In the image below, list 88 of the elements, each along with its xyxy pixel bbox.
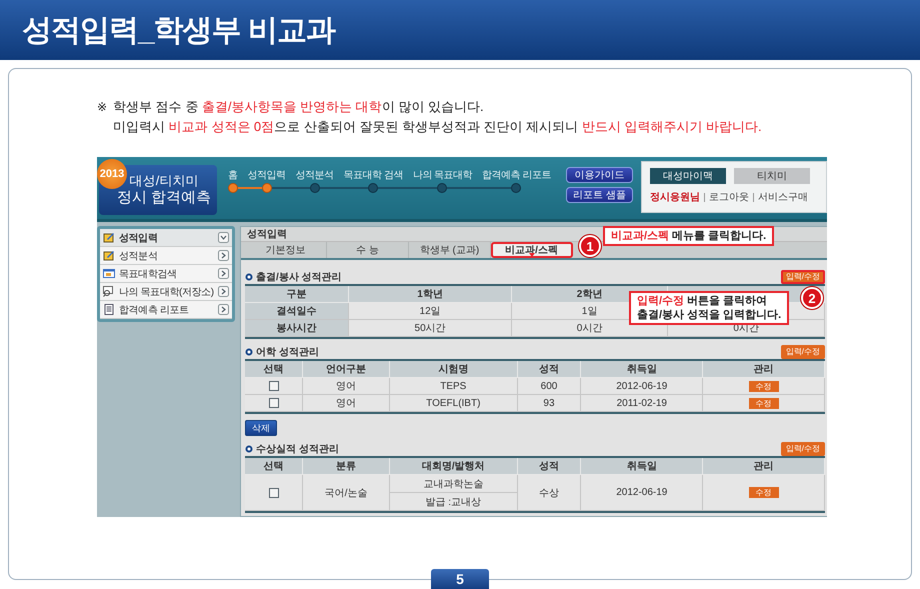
row-header: 봉사시간	[245, 320, 350, 337]
table-cell: 12일	[349, 303, 512, 320]
table-cell: 수상	[518, 475, 582, 511]
logo-text: 정시 합격예측	[116, 189, 212, 207]
column-header: 관리	[703, 361, 825, 378]
table-cell: 50시간	[349, 320, 512, 337]
checkbox[interactable]	[268, 381, 278, 391]
table-cell: TEPS	[390, 378, 518, 395]
table-cell: 국어/논술	[303, 475, 390, 511]
sidebar-item[interactable]: 목표대학검색	[100, 265, 232, 283]
monitor-search-icon	[103, 286, 115, 297]
brand-tab[interactable]: 대성마이맥	[650, 168, 726, 184]
step-link[interactable]: 성적분석	[290, 169, 338, 183]
caret-icon	[528, 253, 534, 257]
chevron-right-icon[interactable]	[218, 250, 229, 261]
section-heading: 어학 성적관리	[245, 345, 319, 359]
sidebar-item[interactable]: 성적분석	[100, 247, 232, 265]
instruction-callout: 비교과/스펙 메뉴를 클릭합니다.	[603, 226, 774, 246]
column-header: 선택	[245, 458, 303, 475]
step-link[interactable]: 성적입력	[242, 169, 290, 183]
chevron-right-icon[interactable]	[218, 286, 229, 297]
column-header: 성적	[518, 361, 582, 378]
sidebar-label: 합격예측 리포트	[119, 304, 190, 316]
table-cell: 영어	[303, 395, 390, 412]
window-icon	[103, 268, 115, 279]
delete-button[interactable]: 삭제	[245, 420, 277, 436]
column-header: 구분	[245, 286, 350, 303]
section-heading: 출결/봉사 성적관리	[245, 270, 342, 284]
notebook-icon	[103, 232, 115, 243]
table-cell: 2012-06-19	[581, 475, 704, 511]
column-header: 시험명	[390, 361, 518, 378]
note-mark: ※	[97, 99, 108, 116]
instruction-callout: 입력/수정 버튼을 클릭하여 출결/봉사 성적을 입력합니다.	[629, 291, 790, 325]
table-cell: 600	[518, 378, 582, 395]
column-header: 대회명/발행처	[390, 458, 518, 475]
notebook-icon	[103, 250, 115, 261]
step-link[interactable]: 나의 목표대학	[408, 169, 478, 183]
section-heading: 수상실적 성적관리	[245, 442, 339, 456]
step-number-badge: 1	[579, 235, 601, 257]
sidebar-label: 나의 목표대학(저장소)	[119, 286, 214, 298]
tab[interactable]: 기본정보	[245, 242, 327, 258]
bullet-icon	[245, 273, 253, 281]
bullet-icon	[245, 348, 253, 356]
table-cell: 2011-02-19	[581, 395, 704, 412]
column-header: 1학년	[349, 286, 512, 303]
table-cell: 93	[518, 395, 582, 412]
table-cell: 영어	[303, 378, 390, 395]
year-badge: 2013	[97, 159, 127, 189]
user-link[interactable]: 정시응원님	[650, 190, 704, 204]
sidebar-item[interactable]: 성적입력	[100, 229, 232, 247]
step-link[interactable]: 홈	[223, 169, 242, 183]
guide-button[interactable]: 이용가이드	[566, 167, 633, 183]
table-cell: 2012-06-19	[581, 378, 704, 395]
column-header: 선택	[245, 361, 303, 378]
column-header: 관리	[703, 458, 825, 475]
account-link[interactable]: 로그아웃	[704, 192, 753, 202]
brand-tab[interactable]: 티치미	[734, 168, 810, 184]
tab[interactable]: 수 능	[327, 242, 409, 258]
sidebar-label: 성적입력	[119, 232, 158, 244]
step-link[interactable]: 합격예측 리포트	[477, 169, 556, 183]
notice-text: 학생부 점수 중 출결/봉사항목을 반영하는 대학이 많이 있습니다.	[113, 98, 485, 116]
logo-text: 대성/티치미	[130, 173, 198, 189]
step-link[interactable]: 목표대학 검색	[338, 169, 408, 183]
column-header: 성적	[518, 458, 582, 475]
document-icon	[103, 304, 115, 315]
checkbox[interactable]	[268, 398, 278, 408]
step-number-badge: 2	[801, 287, 823, 309]
account-link[interactable]: 서비스구매	[753, 192, 812, 202]
sidebar-label: 성적분석	[119, 250, 158, 262]
bullet-icon	[245, 445, 253, 453]
row-header: 결석일수	[245, 303, 350, 320]
column-header: 취득일	[581, 458, 704, 475]
chevron-right-icon[interactable]	[218, 304, 229, 315]
checkbox[interactable]	[268, 488, 278, 498]
tab[interactable]: 비교과/스펙	[491, 242, 573, 258]
column-header: 취득일	[581, 361, 704, 378]
sidebar-item[interactable]: 나의 목표대학(저장소)	[100, 283, 232, 301]
guide-button[interactable]: 리포트 샘플	[566, 187, 633, 203]
chevron-down-icon[interactable]	[218, 232, 229, 243]
table-cell: TOEFL(IBT)	[390, 395, 518, 412]
sidebar-label: 목표대학검색	[119, 268, 178, 280]
page-number: 5	[431, 569, 489, 589]
page-title: 성적입력_학생부 비교과	[22, 12, 336, 48]
notice-text: 미입력시 비교과 성적은 0점 으로 산출되어 잘못된 학생부성적과 진단이 제시되니 반드시 입력해주시기 바랍니다.	[113, 118, 762, 136]
sidebar-item[interactable]: 합격예측 리포트	[100, 301, 232, 319]
column-header: 분류	[303, 458, 390, 475]
column-header: 언어구분	[303, 361, 390, 378]
chevron-right-icon[interactable]	[218, 268, 229, 279]
